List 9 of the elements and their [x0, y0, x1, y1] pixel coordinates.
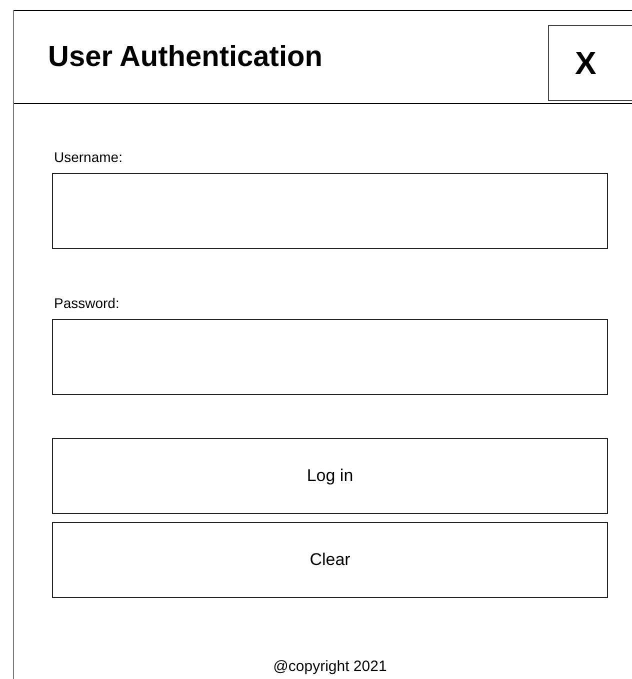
- input-field[interactable]: [52, 173, 608, 249]
- action-button[interactable]: Log in: [52, 438, 608, 514]
- copyright-text: @copyright 2021: [273, 658, 387, 675]
- field-label: Password:: [54, 295, 120, 311]
- window-title: User Authentication: [47, 40, 322, 74]
- input-field[interactable]: [52, 319, 608, 395]
- close-button[interactable]: X: [548, 25, 632, 101]
- action-button[interactable]: Clear: [52, 522, 608, 598]
- field-label: Username:: [54, 149, 122, 165]
